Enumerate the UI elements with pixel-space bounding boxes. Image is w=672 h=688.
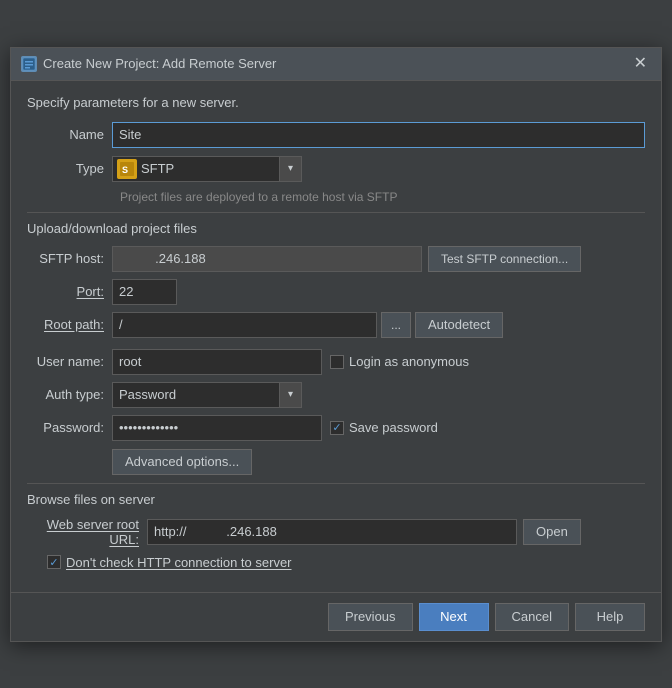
- sftp-host-label: SFTP host:: [27, 251, 112, 266]
- login-anon-label: Login as anonymous: [349, 354, 469, 369]
- dialog-title: Create New Project: Add Remote Server: [43, 56, 276, 71]
- type-select[interactable]: S SFTP ▾: [112, 156, 302, 182]
- sftp-host-input[interactable]: [112, 246, 422, 272]
- password-label: Password:: [27, 420, 112, 435]
- dialog-icon: [21, 56, 37, 72]
- sftp-icon: S: [117, 159, 137, 179]
- save-password-checkbox[interactable]: [330, 421, 344, 435]
- advanced-btn-wrapper: Advanced options...: [112, 449, 645, 475]
- title-bar: Create New Project: Add Remote Server ✕: [11, 48, 661, 81]
- dialog-content: Specify parameters for a new server. Nam…: [11, 81, 661, 582]
- svg-text:S: S: [122, 165, 128, 175]
- sftp-host-row: SFTP host: Test SFTP connection...: [27, 246, 645, 272]
- help-button[interactable]: Help: [575, 603, 645, 631]
- close-button[interactable]: ✕: [630, 54, 651, 74]
- open-button[interactable]: Open: [523, 519, 581, 545]
- name-row: Name: [27, 122, 645, 148]
- footer: Previous Next Cancel Help: [11, 592, 661, 641]
- user-name-label: User name:: [27, 354, 112, 369]
- user-name-input[interactable]: [112, 349, 322, 375]
- login-anon-checkbox[interactable]: [330, 355, 344, 369]
- divider-1: [27, 212, 645, 213]
- type-row: Type S SFTP ▾: [27, 156, 645, 182]
- auth-type-label: Auth type:: [27, 387, 112, 402]
- divider-2: [27, 483, 645, 484]
- type-dropdown-arrow[interactable]: ▾: [279, 157, 301, 181]
- dont-check-row: Don't check HTTP connection to server: [47, 555, 645, 570]
- cancel-button[interactable]: Cancel: [495, 603, 569, 631]
- type-hint: Project files are deployed to a remote h…: [120, 190, 645, 204]
- intro-text: Specify parameters for a new server.: [27, 95, 645, 110]
- auth-type-value: Password: [113, 387, 279, 402]
- web-url-row: Web server root URL: Open: [27, 517, 645, 547]
- root-path-input[interactable]: [112, 312, 377, 338]
- web-url-input[interactable]: [147, 519, 517, 545]
- port-input[interactable]: [112, 279, 177, 305]
- browse-button[interactable]: ...: [381, 312, 411, 338]
- dont-check-label: Don't check HTTP connection to server: [66, 555, 292, 570]
- test-sftp-button[interactable]: Test SFTP connection...: [428, 246, 581, 272]
- auth-type-select[interactable]: Password ▾: [112, 382, 302, 408]
- browse-header: Browse files on server: [27, 492, 645, 507]
- login-anon-wrapper: Login as anonymous: [330, 354, 469, 369]
- name-label: Name: [27, 127, 112, 142]
- auth-type-row: Auth type: Password ▾: [27, 382, 645, 408]
- next-button[interactable]: Next: [419, 603, 489, 631]
- root-path-label: Root path:: [27, 317, 112, 332]
- title-bar-left: Create New Project: Add Remote Server: [21, 56, 276, 72]
- auth-type-dropdown-arrow[interactable]: ▾: [279, 383, 301, 407]
- upload-section: Upload/download project files SFTP host:…: [27, 221, 645, 475]
- password-row: Password: Save password: [27, 415, 645, 441]
- browse-section: Browse files on server Web server root U…: [27, 492, 645, 570]
- root-path-row: Root path: ... Autodetect: [27, 312, 645, 338]
- port-label: Port:: [27, 284, 112, 299]
- previous-button[interactable]: Previous: [328, 603, 413, 631]
- save-password-label: Save password: [349, 420, 438, 435]
- save-password-wrapper: Save password: [330, 420, 438, 435]
- type-label: Type: [27, 161, 112, 176]
- dont-check-checkbox[interactable]: [47, 555, 61, 569]
- name-input[interactable]: [112, 122, 645, 148]
- upload-header: Upload/download project files: [27, 221, 645, 236]
- port-row: Port:: [27, 279, 645, 305]
- advanced-options-button[interactable]: Advanced options...: [112, 449, 252, 475]
- dialog-window: Create New Project: Add Remote Server ✕ …: [10, 47, 662, 642]
- password-input[interactable]: [112, 415, 322, 441]
- user-name-row: User name: Login as anonymous: [27, 349, 645, 375]
- autodetect-button[interactable]: Autodetect: [415, 312, 503, 338]
- type-value: SFTP: [141, 161, 279, 176]
- web-url-label: Web server root URL:: [27, 517, 147, 547]
